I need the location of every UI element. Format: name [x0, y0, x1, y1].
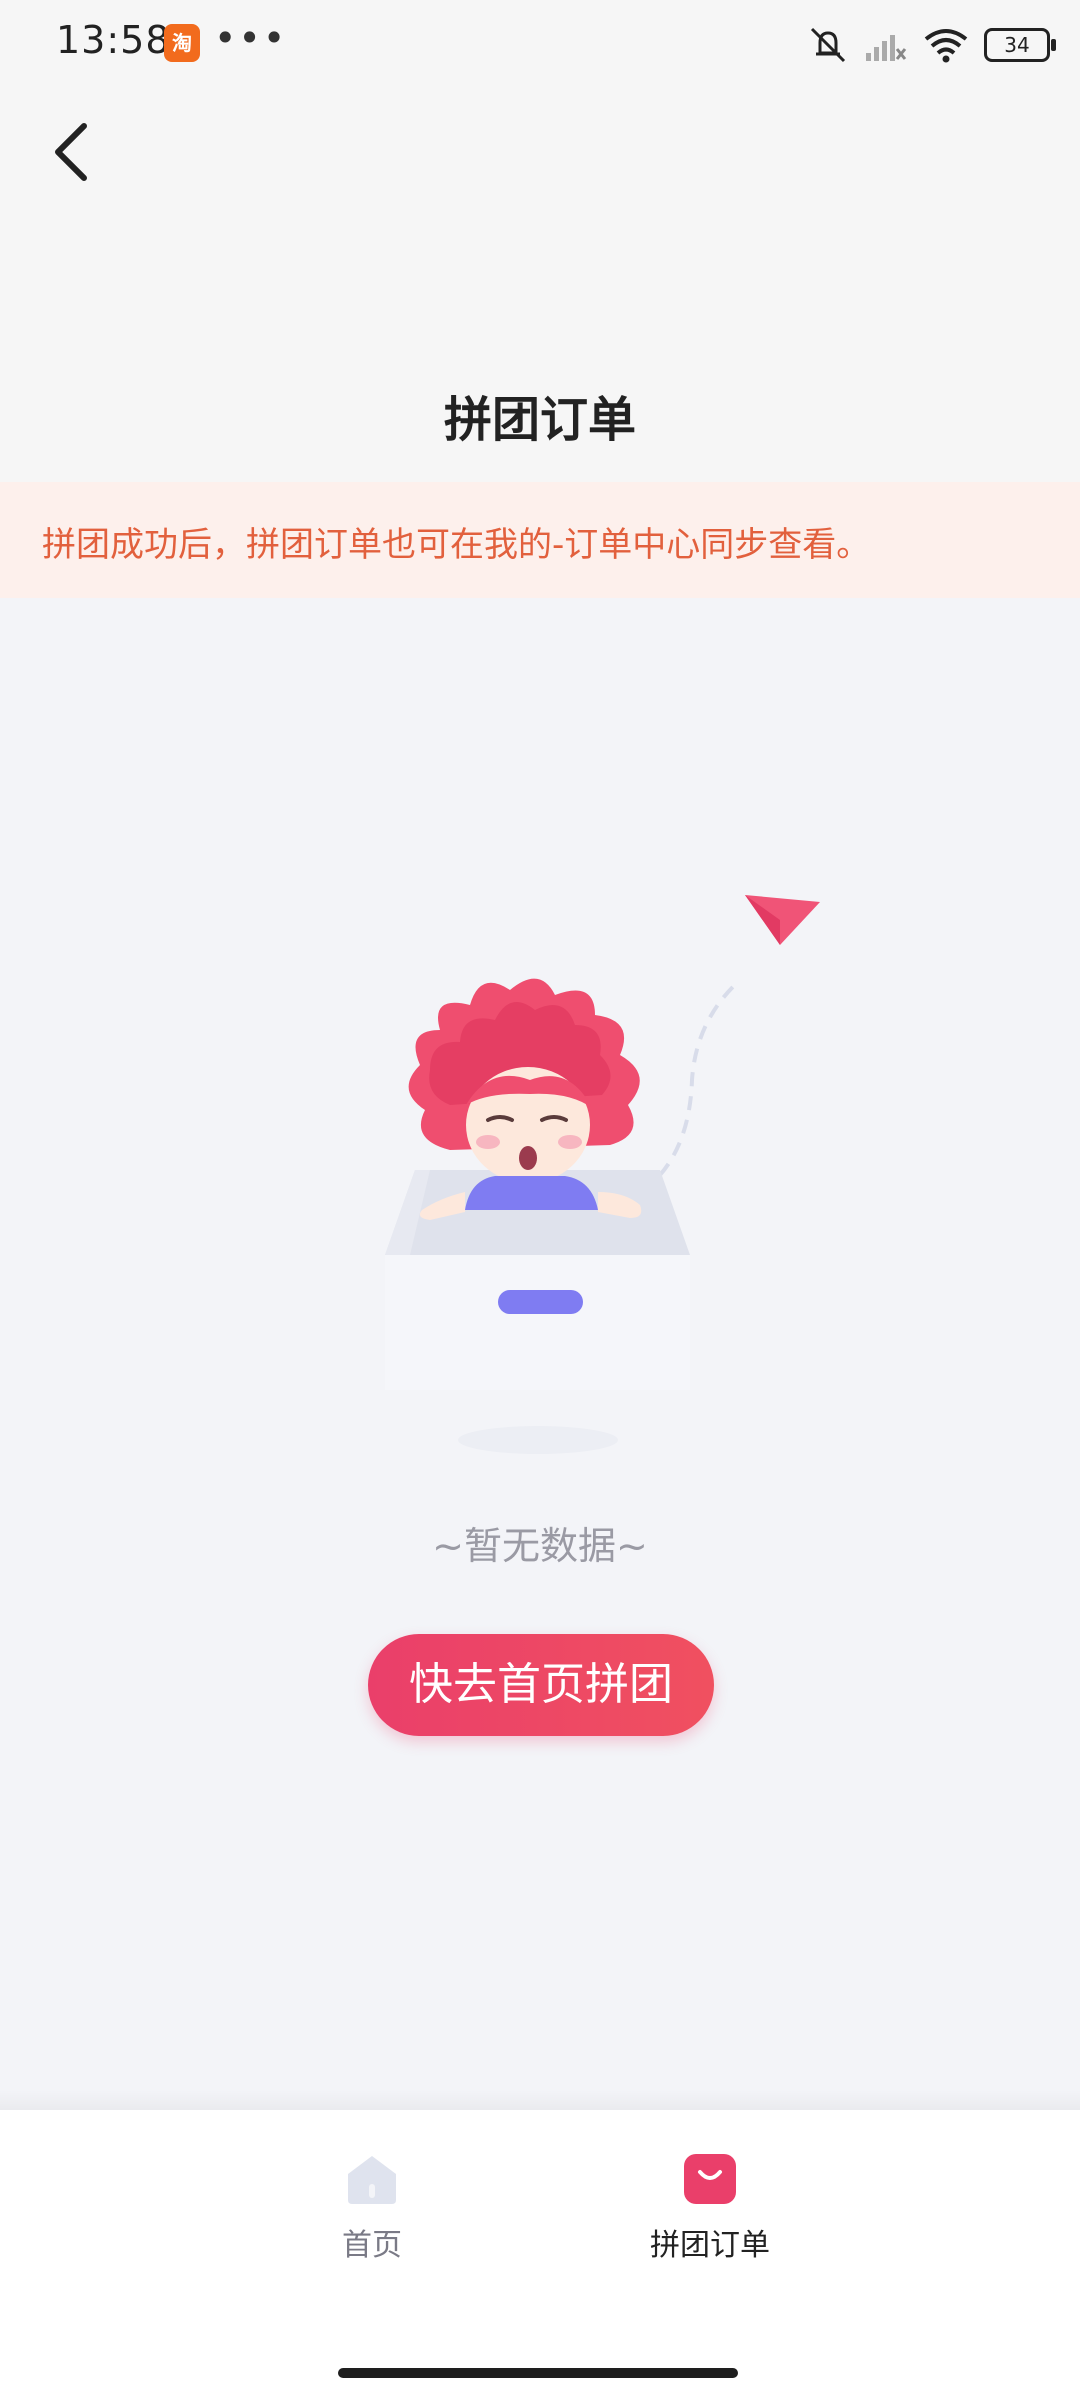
bottom-nav-shadow: [0, 2090, 1080, 2110]
shopping-bag-icon: [684, 2154, 736, 2204]
wifi-icon: [924, 29, 968, 63]
taobao-app-icon: 淘: [164, 24, 200, 62]
status-time: 13:58: [56, 18, 171, 62]
home-icon: [348, 2156, 396, 2204]
go-to-home-button[interactable]: 快去首页拼团: [368, 1634, 714, 1736]
mute-icon: [810, 27, 846, 63]
home-indicator: [338, 2368, 738, 2378]
signal-icon: [866, 35, 907, 61]
status-icons: 34: [806, 20, 1056, 70]
paper-plane-icon: [745, 895, 820, 945]
nav-item-group-orders[interactable]: 拼团订单: [610, 2150, 810, 2270]
empty-state-illustration: [385, 895, 820, 1454]
back-button[interactable]: [40, 110, 110, 190]
chevron-left-icon: [55, 123, 87, 181]
nav-item-home[interactable]: 首页: [272, 2150, 472, 2270]
page-title: 拼团订单: [443, 392, 636, 448]
notice-text: 拼团成功后，拼团订单也可在我的-订单中心同步查看。: [42, 525, 871, 565]
empty-state-text: ~暂无数据~: [432, 1524, 648, 1568]
battery-icon: 34: [984, 28, 1056, 62]
nav-label-group-orders: 拼团订单: [650, 2228, 770, 2263]
nav-label-home: 首页: [342, 2228, 402, 2263]
status-more-icon: •••: [214, 16, 288, 60]
bottom-nav: [0, 2110, 1080, 2400]
